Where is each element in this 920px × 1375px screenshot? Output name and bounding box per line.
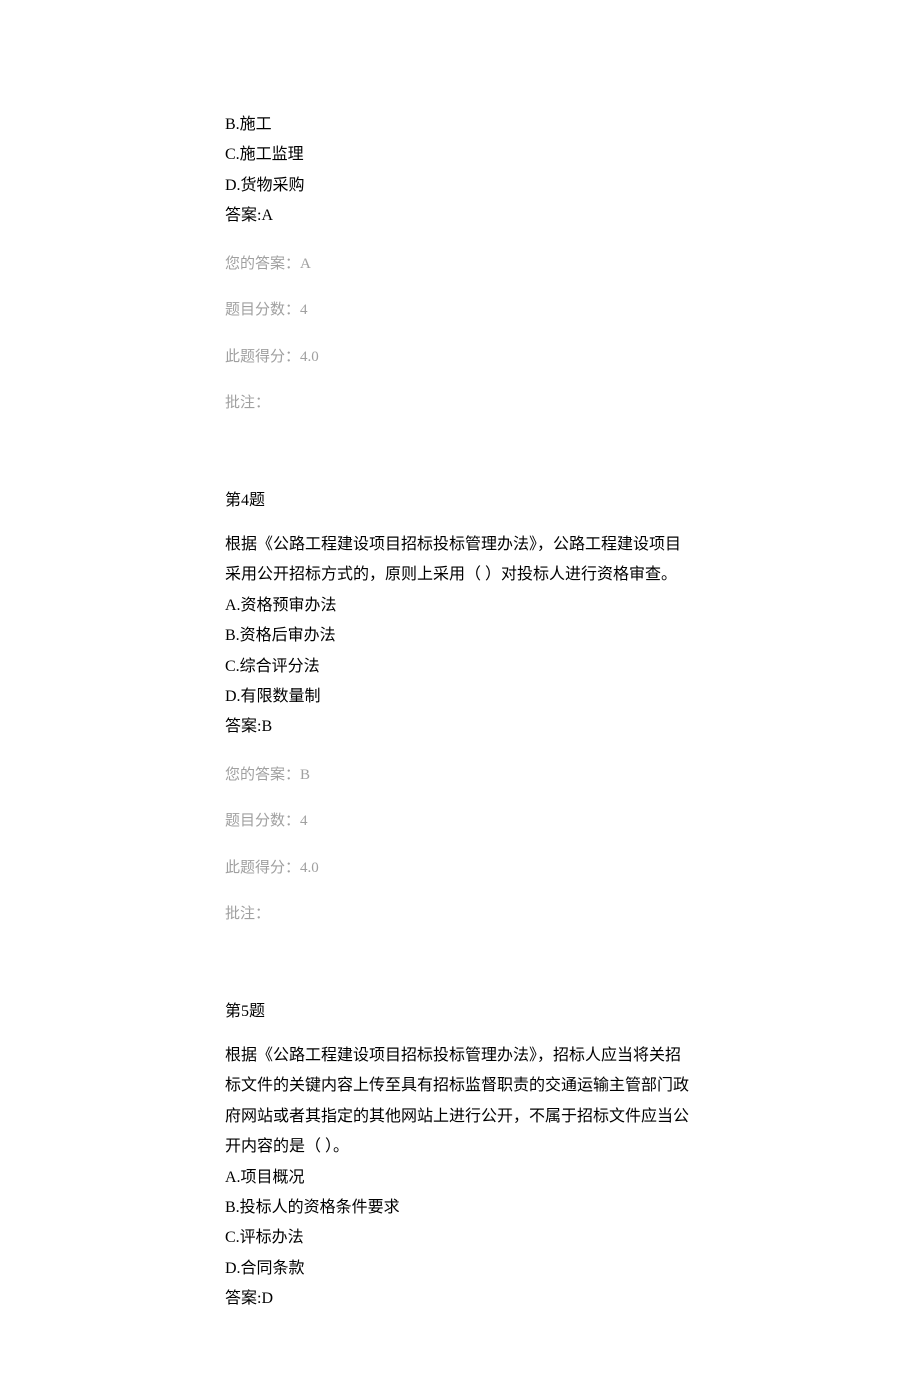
option-d: D.货物采购 [225,171,695,201]
option-c: C.施工监理 [225,140,695,170]
question-3-meta: 您的答案：A 题目分数：4 此题得分：4.0 批注： [225,250,695,418]
answer-label: 答案:D [225,1284,695,1314]
option-b: B.资格后审办法 [225,621,695,651]
question-4-body: 根据《公路工程建设项目招标投标管理办法》，公路工程建设项目采用公开招标方式的，原… [225,530,695,743]
option-d: D.合同条款 [225,1254,695,1284]
answer-label: 答案:B [225,712,695,742]
question-stem: 根据《公路工程建设项目招标投标管理办法》，公路工程建设项目采用公开招标方式的，原… [225,530,695,591]
question-3-body: B.施工 C.施工监理 D.货物采购 答案:A [225,110,695,232]
option-c: C.评标办法 [225,1223,695,1253]
question-4-meta: 您的答案：B 题目分数：4 此题得分：4.0 批注： [225,761,695,929]
option-d: D.有限数量制 [225,682,695,712]
your-answer: 您的答案：A [225,250,695,279]
question-stem: 根据《公路工程建设项目招标投标管理办法》，招标人应当将关招标文件的关键内容上传至… [225,1041,695,1163]
question-4-number: 第4题 [225,486,695,516]
question-5-body: 根据《公路工程建设项目招标投标管理办法》，招标人应当将关招标文件的关键内容上传至… [225,1041,695,1315]
option-c: C.综合评分法 [225,652,695,682]
got-score: 此题得分：4.0 [225,343,695,372]
option-a: A.项目概况 [225,1163,695,1193]
option-a: A.资格预审办法 [225,591,695,621]
comment-label: 批注： [225,900,695,929]
option-b: B.施工 [225,110,695,140]
full-score: 题目分数：4 [225,807,695,836]
got-score: 此题得分：4.0 [225,854,695,883]
option-b: B.投标人的资格条件要求 [225,1193,695,1223]
full-score: 题目分数：4 [225,296,695,325]
question-5-number: 第5题 [225,997,695,1027]
comment-label: 批注： [225,389,695,418]
answer-label: 答案:A [225,201,695,231]
your-answer: 您的答案：B [225,761,695,790]
